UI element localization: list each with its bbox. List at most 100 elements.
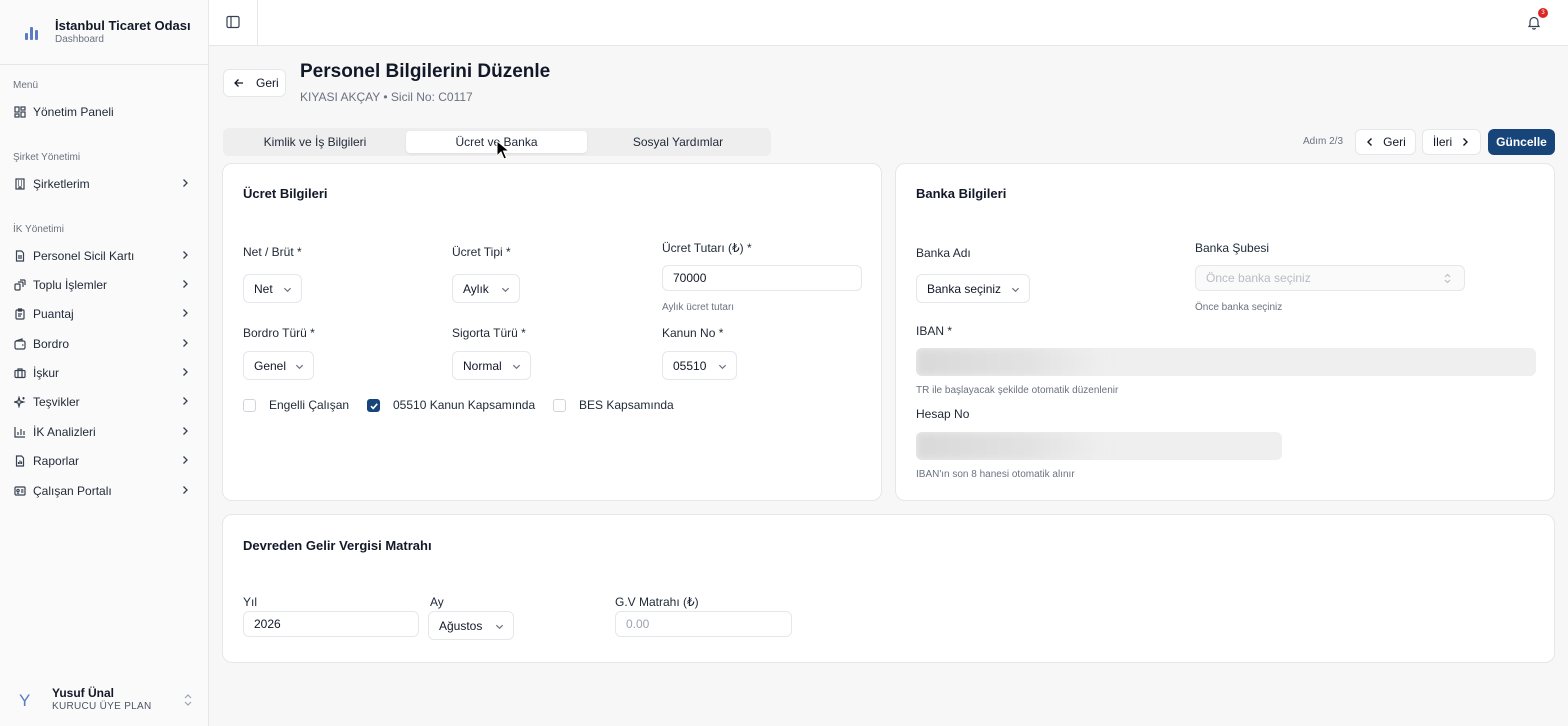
user-menu[interactable]: Y Yusuf Ünal KURUCU ÜYE PLAN <box>0 676 208 726</box>
bes-checkbox[interactable] <box>553 399 566 412</box>
chevron-right-icon <box>183 280 188 288</box>
sidebar-item-label: Çalışan Portalı <box>33 484 112 498</box>
law-no-label: Kanun No * <box>662 326 724 340</box>
tab-social-benefits[interactable]: Sosyal Yardımlar <box>589 131 767 153</box>
section-label-menu: Menü <box>13 80 39 91</box>
iban-input-redacted[interactable] <box>916 348 1536 376</box>
sidebar-item-iskur[interactable]: İşkur <box>8 359 200 387</box>
month-select[interactable]: Ağustos <box>428 611 514 640</box>
net-gross-label: Net / Brüt * <box>243 245 302 259</box>
back-button-label: Geri <box>256 76 279 90</box>
sidebar-toggle-icon[interactable] <box>226 15 240 29</box>
chevron-down-icon <box>283 287 292 293</box>
law-no-select[interactable]: 05510 <box>662 351 737 380</box>
sidebar-item-label: Yönetim Paneli <box>33 105 114 119</box>
user-plan: KURUCU ÜYE PLAN <box>52 701 152 712</box>
sidebar-item-bulk-operations[interactable]: Toplu İşlemler <box>8 271 200 299</box>
account-no-label: Hesap No <box>916 407 970 421</box>
brand-title: İstanbul Ticaret Odası <box>55 18 191 33</box>
tab-identity-work[interactable]: Kimlik ve İş Bilgileri <box>226 131 404 153</box>
page-subtitle: KIYASI AKÇAY • Sicil No: C0117 <box>300 90 473 104</box>
sidebar-item-label: İK Analizleri <box>33 425 96 439</box>
sidebar-item-label: Puantaj <box>33 307 74 321</box>
check-icon <box>370 403 378 410</box>
step-prev-button[interactable]: Geri <box>1355 129 1416 155</box>
iban-hint: TR ile başlayacak şekilde otomatik düzen… <box>916 385 1119 396</box>
year-label: Yıl <box>243 595 258 609</box>
wallet-icon <box>14 338 26 350</box>
tax-card-title: Devreden Gelir Vergisi Matrahı <box>243 538 432 553</box>
clipboard-icon <box>14 308 26 320</box>
insurance-type-select[interactable]: Normal <box>452 351 531 380</box>
chevron-down-icon <box>501 287 510 293</box>
topbar: 3 <box>209 0 1568 46</box>
law-no-value: 05510 <box>673 358 707 373</box>
bank-card-title: Banka Bilgileri <box>916 186 1007 201</box>
wage-card-title: Ücret Bilgileri <box>243 186 328 201</box>
update-button[interactable]: Güncelle <box>1488 129 1555 155</box>
chevron-down-icon <box>718 364 727 370</box>
notification-badge: 3 <box>1538 8 1548 18</box>
law-5510-checkbox[interactable] <box>367 399 380 412</box>
sidebar-item-label: Raporlar <box>33 454 80 468</box>
sidebar-item-companies[interactable]: Şirketlerim <box>8 170 200 198</box>
section-label-hr: İK Yönetimi <box>13 224 64 235</box>
year-input[interactable]: 2026 <box>243 611 419 637</box>
payroll-type-value: Genel <box>254 358 287 373</box>
back-button[interactable]: Geri <box>223 69 286 97</box>
sidebar-item-payroll[interactable]: Bordro <box>8 330 200 358</box>
step-indicator: Adım 2/3 <box>1303 136 1344 147</box>
account-no-input-redacted[interactable] <box>916 432 1282 460</box>
sidebar-item-timesheet[interactable]: Puantaj <box>8 300 200 328</box>
disabled-employee-label: Engelli Çalışan <box>269 398 350 412</box>
chevrons-up-down-icon <box>184 694 192 706</box>
sidebar-item-label: Toplu İşlemler <box>33 278 108 292</box>
brand-logo-icon <box>24 24 40 40</box>
chevrons-up-down-icon <box>1444 273 1451 284</box>
payroll-type-label: Bordro Türü * <box>243 326 315 340</box>
mouse-cursor-icon <box>496 140 510 160</box>
sidebar-item-employee-portal[interactable]: Çalışan Portalı <box>8 477 200 505</box>
sidebar-item-reports[interactable]: Raporlar <box>8 447 200 475</box>
bank-name-value: Banka seçiniz <box>927 281 1002 296</box>
wage-type-select[interactable]: Aylık <box>452 274 520 303</box>
wage-type-value: Aylık <box>463 281 489 296</box>
user-name: Yusuf Ünal <box>52 686 115 700</box>
insurance-type-label: Sigorta Türü * <box>452 326 526 340</box>
tax-base-input[interactable]: 0.00 <box>615 611 792 637</box>
net-gross-value: Net <box>254 281 273 296</box>
chevron-right-icon <box>183 397 188 405</box>
chevron-right-icon <box>183 251 188 259</box>
wage-amount-input[interactable]: 70000 <box>662 265 862 291</box>
brand-header[interactable]: İstanbul Ticaret Odası Dashboard <box>0 0 208 65</box>
bank-branch-label: Banka Şubesi <box>1195 241 1270 255</box>
payroll-type-select[interactable]: Genel <box>243 351 314 380</box>
bank-name-label: Banka Adı <box>916 246 971 260</box>
disabled-employee-checkbox[interactable] <box>243 399 256 412</box>
briefcase-icon <box>14 367 26 379</box>
sidebar-item-hr-analytics[interactable]: İK Analizleri <box>8 418 200 446</box>
chevron-down-icon <box>295 364 304 370</box>
step-next-button[interactable]: İleri <box>1422 129 1481 155</box>
chevron-down-icon <box>495 624 504 630</box>
report-icon <box>14 455 26 467</box>
sidebar-item-dashboard[interactable]: Yönetim Paneli <box>8 98 200 126</box>
topbar-divider <box>257 0 258 46</box>
net-gross-select[interactable]: Net <box>243 274 302 303</box>
bes-label: BES Kapsamında <box>579 398 674 412</box>
month-label: Ay <box>430 595 444 609</box>
sidebar-item-incentives[interactable]: Teşvikler <box>8 388 200 416</box>
chevron-right-icon <box>183 339 188 347</box>
sidebar-item-label: Bordro <box>33 337 70 351</box>
chevron-right-icon <box>183 179 188 187</box>
avatar: Y <box>19 691 31 710</box>
month-value: Ağustos <box>439 618 483 633</box>
chevron-left-icon <box>1367 138 1373 146</box>
sidebar: İstanbul Ticaret Odası Dashboard Menü Yö… <box>0 0 209 726</box>
bell-icon[interactable] <box>1527 15 1541 30</box>
bank-branch-select[interactable]: Önce banka seçiniz <box>1195 265 1465 291</box>
account-no-hint: IBAN'ın son 8 hanesi otomatik alınır <box>916 469 1075 480</box>
sidebar-item-personnel-card[interactable]: Personel Sicil Kartı <box>8 242 200 270</box>
bank-name-select[interactable]: Banka seçiniz <box>916 274 1030 303</box>
sidebar-item-label: Şirketlerim <box>33 177 90 191</box>
